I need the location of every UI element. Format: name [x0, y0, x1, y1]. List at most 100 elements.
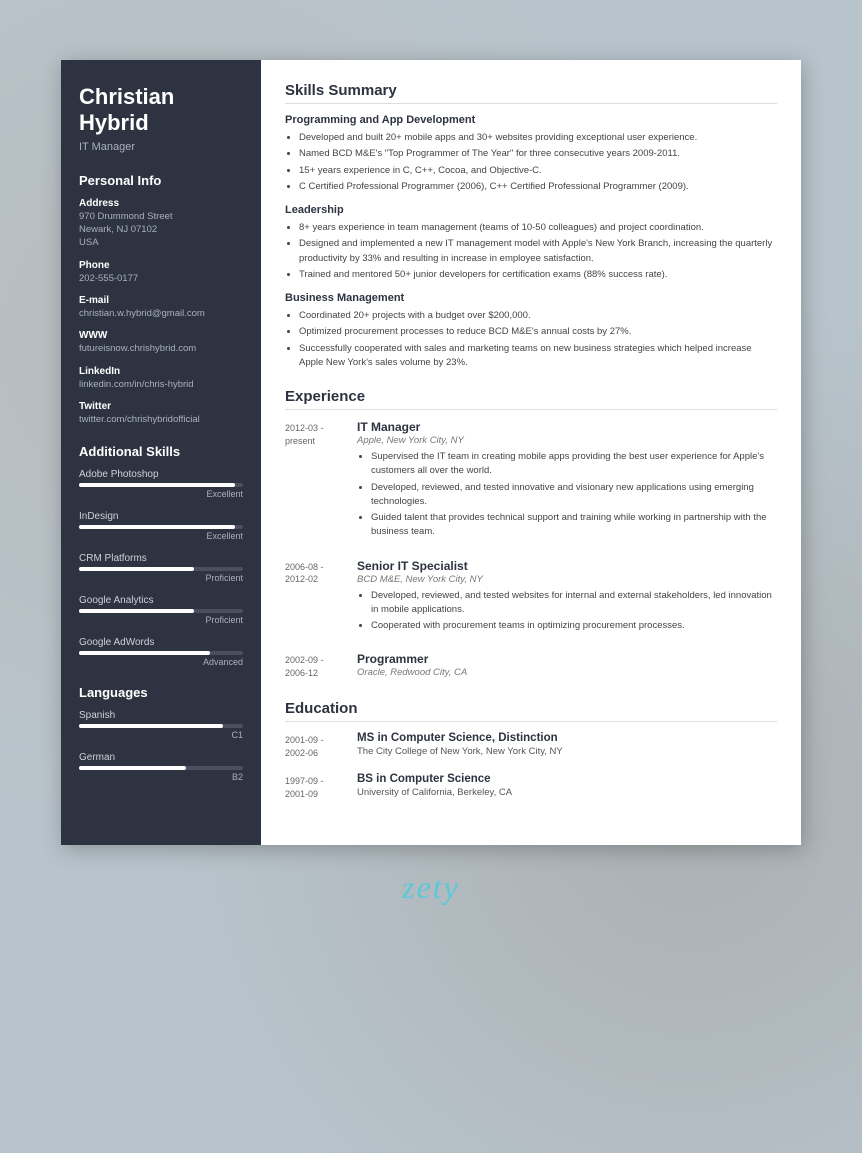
list-item: Guided talent that provides technical su…: [371, 511, 777, 540]
experience-job-title: IT Manager: [357, 420, 777, 434]
personal-info-label: Phone: [79, 260, 243, 271]
skill-bar-bg: [79, 567, 243, 571]
experience-content: IT ManagerApple, New York City, NY Superv…: [357, 420, 777, 545]
education-dates: 1997-09 - 2001-09: [285, 773, 347, 800]
skill-level: Proficient: [79, 615, 243, 625]
skill-bar-fill: [79, 525, 235, 529]
experience-entry: 2006-08 - 2012-02Senior IT SpecialistBCD…: [285, 559, 777, 639]
experience-content: Senior IT SpecialistBCD M&E, New York Ci…: [357, 559, 777, 639]
personal-info-value: futureisnow.chrishybrid.com: [79, 342, 243, 355]
skill-bar-bg: [79, 525, 243, 529]
list-item: Coordinated 20+ projects with a budget o…: [299, 309, 777, 323]
experience-entry: 2002-09 - 2006-12 ProgrammerOracle, Redwo…: [285, 652, 777, 682]
skills-summary-section: Programming and App Development Developed…: [285, 114, 777, 370]
personal-info-heading: Personal Info: [79, 173, 243, 188]
languages-heading: Languages: [79, 685, 243, 700]
skill-bar-fill: [79, 651, 210, 655]
list-item: Trained and mentored 50+ junior develope…: [299, 268, 777, 282]
list-item: Named BCD M&E's "Top Programmer of The Y…: [299, 147, 777, 161]
experience-company: Oracle, Redwood City, CA: [357, 667, 777, 678]
list-item: Developed, reviewed, and tested websites…: [371, 589, 777, 618]
main-content: Skills Summary Programming and App Devel…: [261, 60, 801, 845]
skill-name: Google AdWords: [79, 637, 243, 648]
candidate-name: Christian Hybrid: [79, 84, 243, 137]
skills-subsection-title: Leadership: [285, 204, 777, 216]
experience-entry: 2012-03 - presentIT ManagerApple, New Yo…: [285, 420, 777, 545]
list-item: Developed and built 20+ mobile apps and …: [299, 131, 777, 145]
skill-bar-fill: [79, 483, 235, 487]
personal-info-value: 202-555-0177: [79, 272, 243, 285]
education-entry: 1997-09 - 2001-09 BS in Computer ScienceU…: [285, 773, 777, 800]
skill-item: CRM Platforms Proficient: [79, 553, 243, 583]
education-heading: Education: [285, 700, 777, 722]
skills-bullet-list: Developed and built 20+ mobile apps and …: [285, 131, 777, 194]
skill-item: Google AdWords Advanced: [79, 637, 243, 667]
personal-info-item: Address970 Drummond Street Newark, NJ 07…: [79, 198, 243, 250]
personal-info-value: linkedin.com/in/chris-hybrid: [79, 378, 243, 391]
additional-skills-heading: Additional Skills: [79, 444, 243, 459]
education-degree: MS in Computer Science, Distinction: [357, 732, 777, 744]
personal-info-item: Phone202-555-0177: [79, 260, 243, 285]
list-item: 15+ years experience in C, C++, Cocoa, a…: [299, 164, 777, 178]
language-bar-bg: [79, 766, 243, 770]
education-section: 2001-09 - 2002-06 MS in Computer Science,…: [285, 732, 777, 800]
education-content: BS in Computer ScienceUniversity of Cali…: [357, 773, 777, 800]
skill-bar-bg: [79, 609, 243, 613]
personal-info-section: Address970 Drummond Street Newark, NJ 07…: [79, 198, 243, 426]
list-item: Supervised the IT team in creating mobil…: [371, 450, 777, 479]
list-item: 8+ years experience in team management (…: [299, 221, 777, 235]
list-item: Developed, reviewed, and tested innovati…: [371, 481, 777, 510]
skill-level: Advanced: [79, 657, 243, 667]
skill-name: Google Analytics: [79, 595, 243, 606]
experience-dates: 2002-09 - 2006-12: [285, 652, 347, 682]
personal-info-item: LinkedInlinkedin.com/in/chris-hybrid: [79, 366, 243, 391]
skill-level: Excellent: [79, 489, 243, 499]
list-item: Successfully cooperated with sales and m…: [299, 342, 777, 371]
experience-bullet-list: Supervised the IT team in creating mobil…: [357, 450, 777, 540]
personal-info-label: LinkedIn: [79, 366, 243, 377]
skills-bullet-list: Coordinated 20+ projects with a budget o…: [285, 309, 777, 370]
language-name: German: [79, 752, 243, 763]
list-item: Cooperated with procurement teams in opt…: [371, 619, 777, 633]
candidate-job-title: IT Manager: [79, 141, 243, 153]
experience-section: 2012-03 - presentIT ManagerApple, New Yo…: [285, 420, 777, 682]
language-bar-fill: [79, 766, 186, 770]
experience-job-title: Programmer: [357, 652, 777, 666]
skill-bar-fill: [79, 609, 194, 613]
personal-info-value: 970 Drummond Street Newark, NJ 07102 USA: [79, 210, 243, 250]
language-level: C1: [79, 730, 243, 740]
skills-subsection-title: Business Management: [285, 292, 777, 304]
language-level: B2: [79, 772, 243, 782]
skill-name: Adobe Photoshop: [79, 469, 243, 480]
education-entry: 2001-09 - 2002-06 MS in Computer Science,…: [285, 732, 777, 759]
education-school: University of California, Berkeley, CA: [357, 787, 777, 798]
language-bar-bg: [79, 724, 243, 728]
skills-bullet-list: 8+ years experience in team management (…: [285, 221, 777, 282]
experience-bullet-list: Developed, reviewed, and tested websites…: [357, 589, 777, 634]
language-bar-fill: [79, 724, 223, 728]
personal-info-label: Twitter: [79, 401, 243, 412]
zety-branding: zety: [402, 869, 460, 906]
experience-company: Apple, New York City, NY: [357, 435, 777, 446]
list-item: Designed and implemented a new IT manage…: [299, 237, 777, 266]
personal-info-item: E-mailchristian.w.hybrid@gmail.com: [79, 295, 243, 320]
experience-company: BCD M&E, New York City, NY: [357, 574, 777, 585]
skill-name: InDesign: [79, 511, 243, 522]
experience-dates: 2006-08 - 2012-02: [285, 559, 347, 639]
skill-bar-bg: [79, 651, 243, 655]
skill-name: CRM Platforms: [79, 553, 243, 564]
skill-level: Proficient: [79, 573, 243, 583]
sidebar: Christian Hybrid IT Manager Personal Inf…: [61, 60, 261, 845]
personal-info-value: twitter.com/chrishybridofficial: [79, 413, 243, 426]
skill-bar-fill: [79, 567, 194, 571]
education-content: MS in Computer Science, DistinctionThe C…: [357, 732, 777, 759]
skills-summary-heading: Skills Summary: [285, 82, 777, 104]
experience-heading: Experience: [285, 388, 777, 410]
experience-job-title: Senior IT Specialist: [357, 559, 777, 573]
list-item: C Certified Professional Programmer (200…: [299, 180, 777, 194]
personal-info-item: WWWfutureisnow.chrishybrid.com: [79, 330, 243, 355]
skills-subsection-title: Programming and App Development: [285, 114, 777, 126]
skill-bar-bg: [79, 483, 243, 487]
language-item: SpanishC1: [79, 710, 243, 740]
education-dates: 2001-09 - 2002-06: [285, 732, 347, 759]
